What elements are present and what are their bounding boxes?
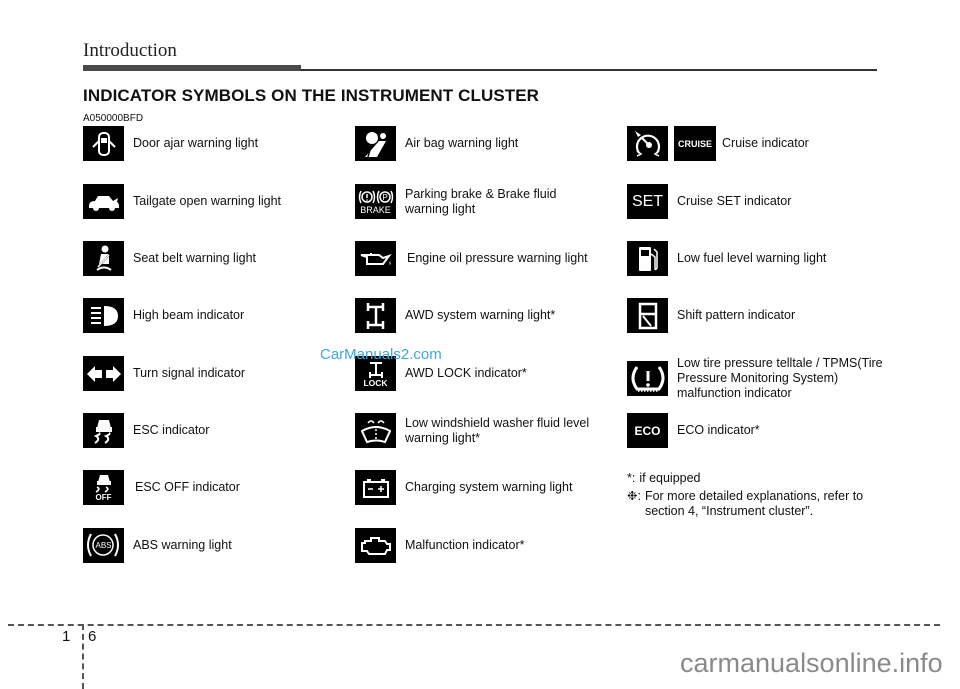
indicator-item: Turn signal indicator — [83, 356, 245, 391]
indicator-label: ECO indicator* — [677, 423, 760, 437]
abs-text: ABS — [95, 541, 112, 550]
indicator-label: Shift pattern indicator — [677, 308, 796, 322]
low-fuel-icon — [627, 241, 668, 276]
footnote-mark: ❉: — [627, 489, 641, 503]
indicator-item: P BRAKE Parking brake & Brake fluid warn… — [355, 184, 590, 219]
footnotes: *: if equipped ❉: For more detailed expl… — [627, 471, 879, 519]
svg-text:P: P — [382, 193, 387, 202]
indicator-label: Low windshield washer fluid level warnin… — [405, 415, 590, 445]
cruise-text-icon: CRUISE — [674, 126, 716, 161]
indicator-item: OFF ESC OFF indicator — [83, 470, 240, 505]
footnote-text: For more detailed explanations, refer to… — [644, 489, 864, 518]
indicator-label: Low fuel level warning light — [677, 251, 827, 265]
indicator-label: ESC indicator — [133, 423, 210, 437]
awd-system-icon — [355, 298, 396, 333]
indicator-item: AWD system warning light* — [355, 298, 555, 333]
tire-pressure-icon — [627, 361, 668, 396]
footnote-mark: *: — [627, 471, 636, 485]
engine-check-icon — [355, 528, 396, 563]
indicator-item: Door ajar warning light — [83, 126, 258, 161]
watermark-site: carmanualsonline.info — [680, 648, 943, 678]
indicator-label: Cruise SET indicator — [677, 194, 792, 208]
indicator-item: CRUISE Cruise indicator — [627, 126, 809, 161]
turn-signal-icon — [83, 356, 124, 391]
footnote-reference: ❉: For more detailed explanations, refer… — [627, 489, 879, 519]
footnote-text: if equipped — [639, 471, 701, 485]
battery-icon — [355, 470, 396, 505]
indicator-item: SET Cruise SET indicator — [627, 184, 791, 219]
indicator-label: Parking brake & Brake fluid warning ligh… — [405, 186, 557, 216]
indicator-label: AWD system warning light* — [405, 308, 556, 322]
door-ajar-icon — [83, 126, 124, 161]
indicator-label: Engine oil pressure warning light — [407, 251, 588, 265]
chapter-number: 1 — [62, 628, 71, 645]
cruise-set-icon: SET — [627, 184, 668, 219]
brake-icon: P BRAKE — [355, 184, 396, 219]
indicator-item: Low tire pressure telltale / TPMS(Tire P… — [627, 356, 887, 401]
indicator-label: Turn signal indicator — [133, 366, 246, 380]
indicator-label: ABS warning light — [133, 538, 232, 552]
indicator-item: Charging system warning light — [355, 470, 572, 505]
high-beam-icon — [83, 298, 124, 333]
awd-lock-text: LOCK — [363, 377, 388, 388]
indicator-item: Malfunction indicator* — [355, 528, 525, 563]
washer-fluid-icon — [355, 413, 396, 448]
indicator-item: ECO ECO indicator* — [627, 413, 760, 448]
page-number: 6 — [88, 628, 97, 645]
tailgate-open-icon — [83, 184, 124, 219]
footer-dashed-rule — [8, 624, 940, 626]
watermark-overlay: CarManuals2.com — [320, 346, 442, 363]
indicator-label: Air bag warning light — [405, 136, 519, 150]
doc-code: A050000BFD — [83, 113, 144, 124]
indicator-label: Low tire pressure telltale / TPMS(Tire P… — [677, 356, 883, 400]
indicator-label: Cruise indicator — [722, 136, 809, 150]
indicator-item: Low windshield washer fluid level warnin… — [355, 413, 590, 448]
indicator-item: ABS ABS warning light — [83, 528, 232, 563]
indicator-item: Tailgate open warning light — [83, 184, 281, 219]
indicator-item: Low fuel level warning light — [627, 241, 826, 276]
header-rule-thick — [83, 65, 301, 71]
section-title: Introduction — [83, 40, 177, 61]
cruise-icon — [627, 126, 668, 161]
indicator-item: High beam indicator — [83, 298, 244, 333]
indicator-label: High beam indicator — [133, 308, 245, 322]
indicator-item: ESC indicator — [83, 413, 209, 448]
footer-dashed-divider — [82, 624, 84, 689]
indicator-item: Engine oil pressure warning light — [355, 241, 592, 276]
esc-icon — [83, 413, 124, 448]
esc-off-text: OFF — [95, 493, 112, 502]
footnote-if-equipped: *: if equipped — [627, 471, 879, 486]
air-bag-icon — [355, 126, 396, 161]
abs-icon: ABS — [83, 528, 124, 563]
eco-icon: ECO — [627, 413, 668, 448]
seat-belt-icon — [83, 241, 124, 276]
header-rule-thin — [301, 69, 877, 71]
indicator-label: Tailgate open warning light — [133, 194, 282, 208]
indicator-item: Shift pattern indicator — [627, 298, 795, 333]
indicator-item: Seat belt warning light — [83, 241, 256, 276]
indicator-item: Air bag warning light — [355, 126, 518, 161]
indicator-label: Malfunction indicator* — [405, 538, 525, 552]
indicator-label: Charging system warning light — [405, 480, 573, 494]
indicator-label: Door ajar warning light — [133, 136, 259, 150]
brake-text: BRAKE — [360, 204, 391, 215]
indicator-label: Seat belt warning light — [133, 251, 256, 265]
esc-off-icon: OFF — [83, 470, 124, 505]
page-heading: INDICATOR SYMBOLS ON THE INSTRUMENT CLUS… — [83, 86, 540, 105]
indicator-label: AWD LOCK indicator* — [405, 366, 527, 380]
shift-pattern-icon — [627, 298, 668, 333]
indicator-label: ESC OFF indicator — [135, 480, 240, 494]
oil-pressure-icon — [355, 241, 396, 276]
